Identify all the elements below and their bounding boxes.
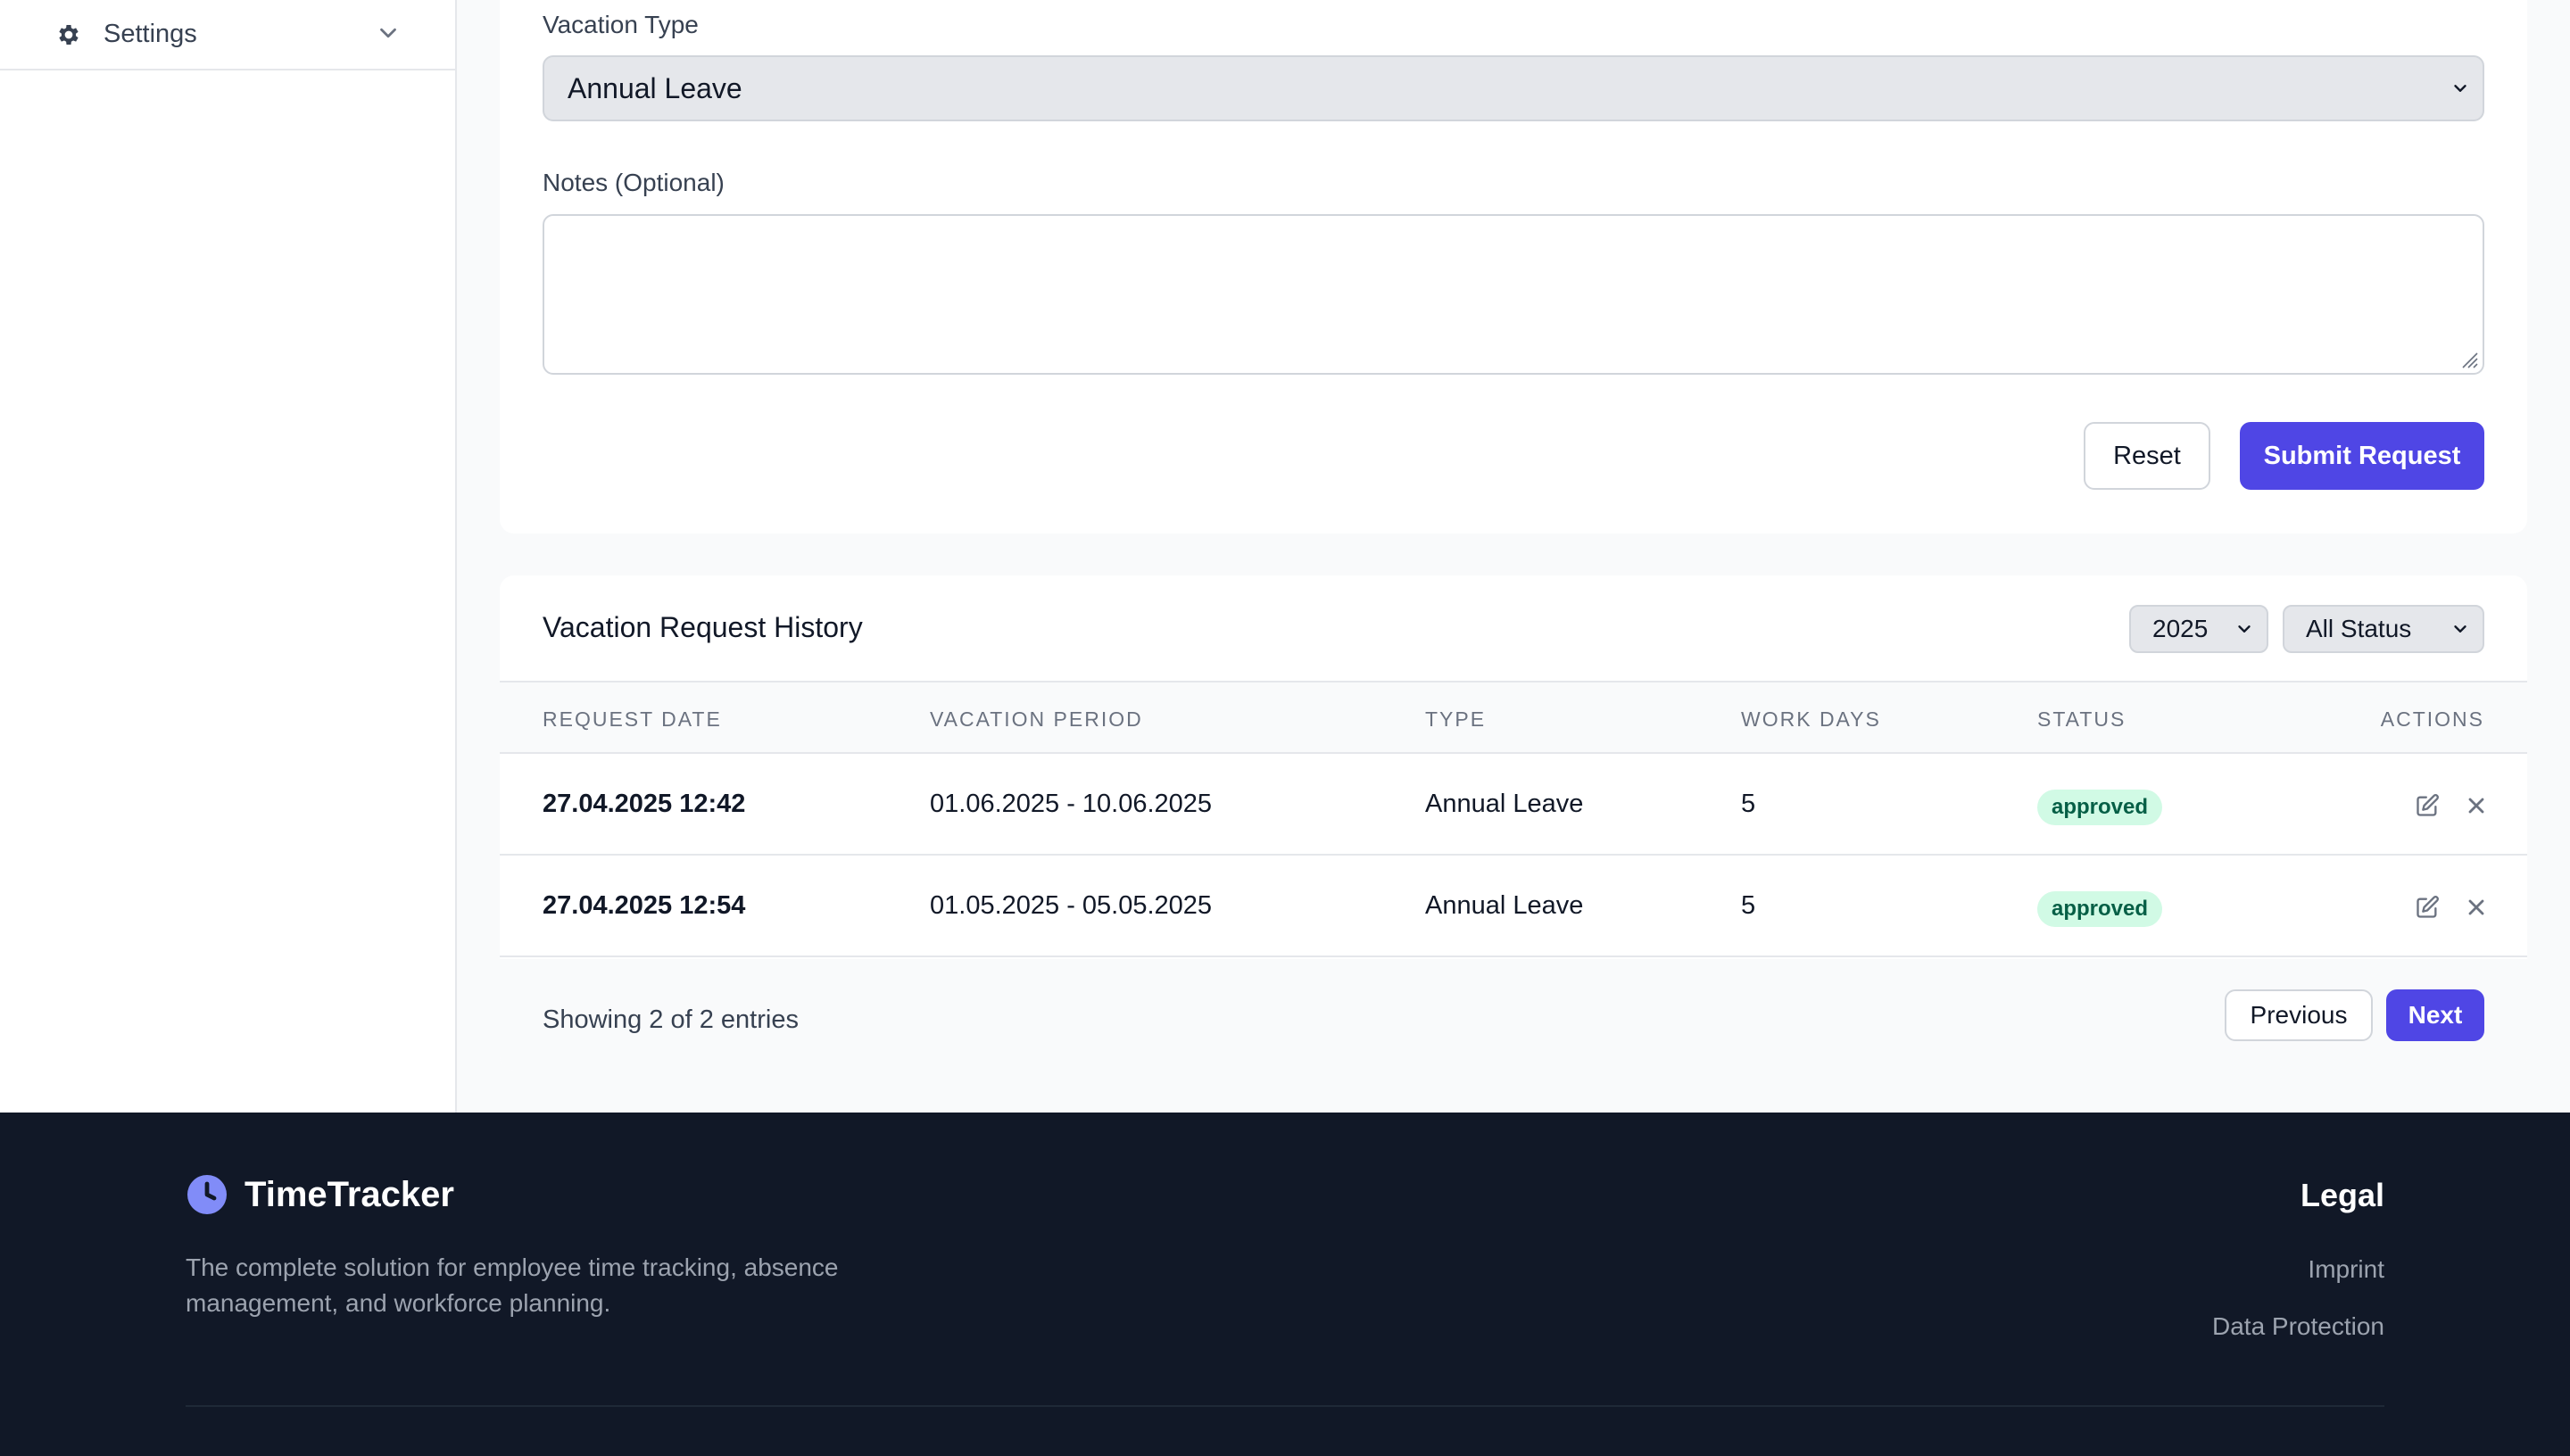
site-footer: TimeTracker The complete solution for em… — [0, 1113, 2570, 1456]
vacation-type-label: Vacation Type — [543, 11, 699, 38]
clock-icon — [187, 1175, 227, 1214]
vacation-history-card: Vacation Request History 2025 All Status… — [500, 575, 2527, 1071]
gear-icon — [59, 24, 79, 45]
history-title: Vacation Request History — [543, 611, 863, 643]
table-footer: Showing 2 of 2 entries Previous Next — [500, 959, 2527, 1071]
brand-name: TimeTracker — [245, 1174, 454, 1214]
data-protection-link[interactable]: Data Protection — [2212, 1312, 2384, 1341]
chevron-down-icon[interactable] — [375, 20, 402, 46]
chevron-down-icon — [2238, 625, 2251, 633]
submit-request-button[interactable]: Submit Request — [2240, 422, 2484, 490]
entries-count-text: Showing 2 of 2 entries — [543, 1005, 799, 1034]
status-filter-select[interactable]: All Status — [2283, 605, 2484, 653]
vacation-type-value: Annual Leave — [568, 71, 742, 104]
table-row: 27.04.2025 12:54 01.05.2025 - 05.05.2025… — [500, 856, 2527, 957]
legal-heading: Legal — [2300, 1177, 2384, 1213]
table-header: REQUEST DATE VACATION PERIOD TYPE WORK D… — [500, 681, 2527, 754]
chevron-down-icon — [2454, 625, 2466, 633]
footer-divider — [186, 1405, 2384, 1407]
edit-icon[interactable] — [2415, 895, 2440, 920]
vacation-period-cell: 01.05.2025 - 05.05.2025 — [930, 891, 1213, 920]
column-header-work-days[interactable]: WORK DAYS — [1741, 707, 1881, 732]
resize-grip-icon[interactable] — [2458, 348, 2479, 369]
footer-tagline: The complete solution for employee time … — [186, 1253, 839, 1317]
column-header-status[interactable]: STATUS — [2037, 707, 2126, 732]
column-header-type[interactable]: TYPE — [1425, 707, 1486, 732]
imprint-link[interactable]: Imprint — [2308, 1255, 2384, 1284]
notes-label: Notes (Optional) — [543, 169, 725, 196]
column-header-actions: ACTIONS — [2380, 707, 2484, 731]
vacation-type-select[interactable]: Annual Leave — [543, 55, 2484, 121]
status-badge: approved — [2037, 891, 2163, 927]
request-date-cell: 27.04.2025 12:42 — [543, 790, 746, 818]
type-cell: Annual Leave — [1425, 891, 1584, 920]
year-filter-select[interactable]: 2025 — [2129, 605, 2268, 653]
sidebar: Settings — [0, 0, 457, 1113]
status-filter-value: All Status — [2306, 615, 2412, 642]
reset-button[interactable]: Reset — [2084, 422, 2210, 490]
footer-brand[interactable]: TimeTracker — [186, 1173, 454, 1216]
table-row: 27.04.2025 12:42 01.06.2025 - 10.06.2025… — [500, 754, 2527, 856]
status-badge: approved — [2037, 790, 2163, 825]
vacation-period-cell: 01.06.2025 - 10.06.2025 — [930, 790, 1213, 818]
sidebar-item-label: Settings — [104, 20, 197, 48]
column-header-request-date[interactable]: REQUEST DATE — [543, 707, 722, 732]
chevron-down-icon — [2454, 85, 2466, 92]
previous-page-button[interactable]: Previous — [2225, 989, 2373, 1041]
year-filter-value: 2025 — [2152, 615, 2209, 642]
column-header-vacation-period[interactable]: VACATION PERIOD — [930, 707, 1143, 732]
notes-textarea[interactable] — [543, 214, 2484, 375]
close-icon[interactable] — [2464, 793, 2489, 818]
edit-icon[interactable] — [2415, 793, 2440, 818]
work-days-cell: 5 — [1741, 891, 1756, 920]
request-date-cell: 27.04.2025 12:54 — [543, 891, 746, 920]
next-page-button[interactable]: Next — [2386, 989, 2484, 1041]
type-cell: Annual Leave — [1425, 790, 1584, 818]
close-icon[interactable] — [2464, 895, 2489, 920]
sidebar-item-settings[interactable]: Settings — [0, 0, 455, 70]
work-days-cell: 5 — [1741, 790, 1756, 818]
